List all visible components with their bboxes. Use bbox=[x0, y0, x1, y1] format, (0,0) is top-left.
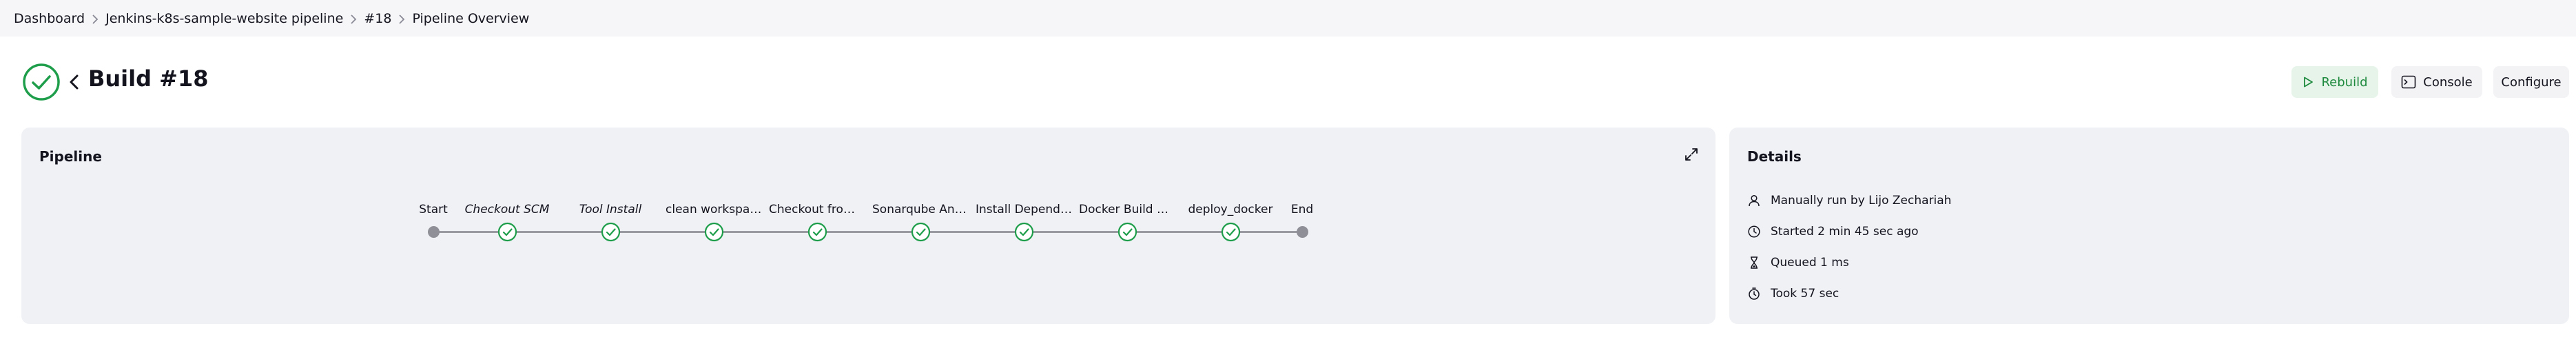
breadcrumb-dashboard[interactable]: Dashboard bbox=[14, 11, 85, 26]
hourglass-icon bbox=[1751, 256, 1758, 269]
page-title: Build #18 bbox=[88, 65, 209, 92]
pipeline-graph: Start Checkout SCM Tool Install clean works… bbox=[21, 128, 1715, 324]
stage-label[interactable]: Docker Build & … bbox=[1079, 203, 1175, 216]
breadcrumb: Dashboard Jenkins-k8s-sample-website pip… bbox=[0, 0, 2576, 37]
chevron-right-icon bbox=[391, 10, 412, 27]
pipeline-panel: Pipeline Start Checkout SCM Tool Install cl… bbox=[21, 128, 1715, 324]
detail-text: Started 2 min 45 sec ago bbox=[1771, 225, 1919, 239]
configure-label: Configure bbox=[2501, 74, 2562, 90]
stage-success-icon[interactable] bbox=[704, 222, 724, 242]
breadcrumb-build[interactable]: #18 bbox=[364, 11, 391, 26]
stage-label[interactable]: clean workspace bbox=[666, 203, 762, 216]
stage-label[interactable]: Tool Install bbox=[562, 203, 659, 216]
person-icon bbox=[1749, 194, 1760, 207]
rebuild-label: Rebuild bbox=[2321, 74, 2368, 90]
stage-success-icon[interactable] bbox=[497, 222, 517, 242]
console-label: Console bbox=[2423, 74, 2473, 90]
page-header: Build #18 Rebuild Console Configure bbox=[0, 37, 2576, 126]
stage-label[interactable]: Checkout from … bbox=[769, 203, 865, 216]
detail-started-time: Started 2 min 45 sec ago bbox=[1747, 221, 1919, 242]
stage-success-icon[interactable] bbox=[601, 222, 621, 242]
stage-label[interactable]: Sonarqube Ana… bbox=[872, 203, 969, 216]
details-title: Details bbox=[1747, 148, 1802, 165]
detail-queued: Queued 1 ms bbox=[1747, 252, 1849, 273]
clock-icon bbox=[1748, 225, 1760, 238]
success-check-icon bbox=[22, 63, 61, 101]
back-chevron-icon[interactable] bbox=[66, 71, 83, 93]
rebuild-button[interactable]: Rebuild bbox=[2291, 66, 2378, 98]
detail-text: Manually run by Lijo Zechariah bbox=[1771, 194, 1952, 208]
detail-text: Took 57 sec bbox=[1771, 287, 1840, 301]
stage-label[interactable]: Checkout SCM bbox=[459, 203, 555, 216]
chevron-right-icon bbox=[85, 10, 105, 27]
play-icon bbox=[2304, 77, 2314, 88]
stage-success-icon[interactable] bbox=[1014, 222, 1034, 242]
chevron-right-icon bbox=[343, 10, 364, 27]
breadcrumb-job[interactable]: Jenkins-k8s-sample-website pipeline bbox=[105, 11, 343, 26]
end-node bbox=[1296, 226, 1308, 238]
breadcrumb-current[interactable]: Pipeline Overview bbox=[412, 11, 529, 26]
stage-success-icon[interactable] bbox=[807, 222, 827, 242]
start-node bbox=[427, 226, 440, 238]
stage-success-icon[interactable] bbox=[911, 222, 931, 242]
detail-started-by: Manually run by Lijo Zechariah bbox=[1747, 190, 1951, 211]
stage-label: End bbox=[1290, 203, 1314, 216]
details-panel: Details Manually run by Lijo Zechariah S… bbox=[1729, 128, 2569, 324]
stage-label[interactable]: Install Depend… bbox=[976, 203, 1072, 216]
configure-button[interactable]: Configure bbox=[2493, 66, 2569, 98]
detail-text: Queued 1 ms bbox=[1771, 256, 1849, 270]
stage-success-icon[interactable] bbox=[1117, 222, 1137, 242]
console-button[interactable]: Console bbox=[2391, 66, 2482, 98]
pipeline-connector bbox=[433, 231, 1302, 233]
detail-duration: Took 57 sec bbox=[1747, 283, 1839, 304]
stage-success-icon[interactable] bbox=[1221, 222, 1241, 242]
terminal-icon bbox=[2401, 75, 2416, 89]
timer-icon bbox=[1749, 287, 1760, 300]
